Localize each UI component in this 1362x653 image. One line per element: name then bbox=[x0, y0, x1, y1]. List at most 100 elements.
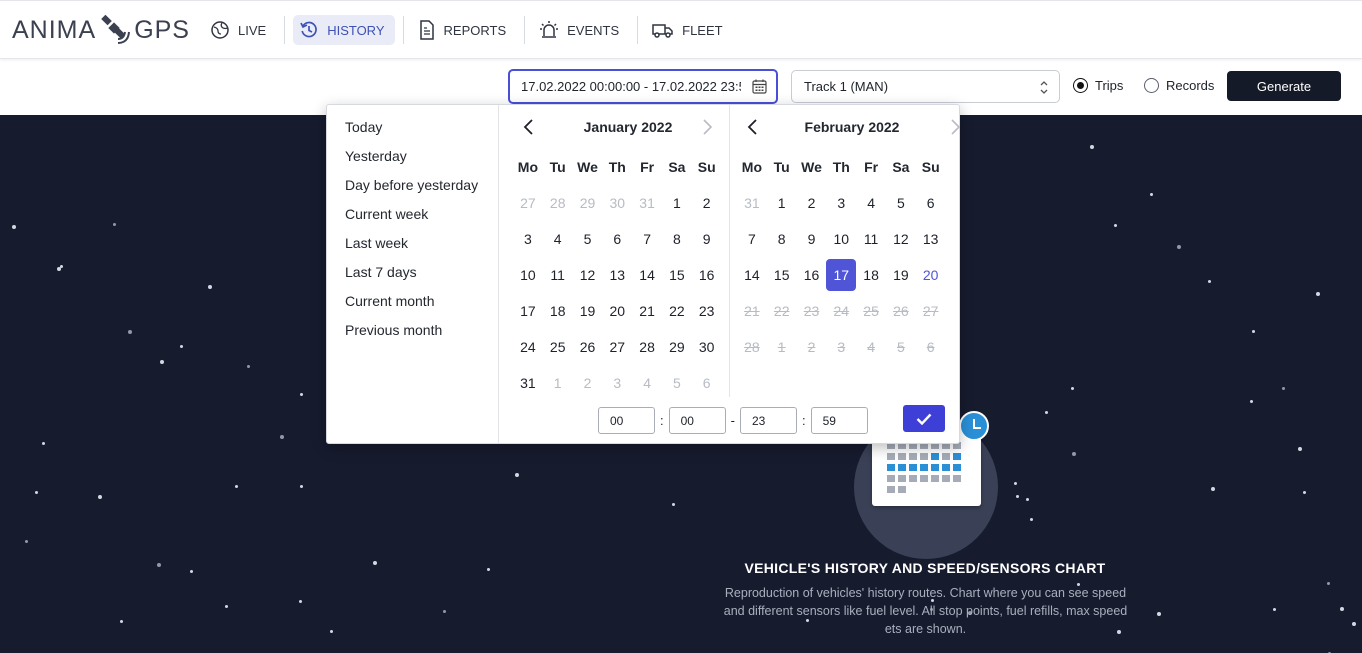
calendar-day[interactable]: 27 bbox=[602, 329, 632, 365]
calendar-day[interactable]: 16 bbox=[797, 257, 827, 293]
calendar-day[interactable]: 14 bbox=[737, 257, 767, 293]
calendar-day[interactable]: 5 bbox=[573, 221, 603, 257]
next-month-button[interactable] bbox=[945, 117, 965, 137]
range-today[interactable]: Today bbox=[327, 117, 498, 146]
range-last-week[interactable]: Last week bbox=[327, 233, 498, 262]
calendar-day[interactable]: 3 bbox=[602, 365, 632, 401]
next-month-button-left[interactable] bbox=[697, 117, 717, 137]
calendar-day[interactable]: 24 bbox=[513, 329, 543, 365]
calendar-day-selected[interactable]: 17 bbox=[826, 259, 857, 291]
calendar-day[interactable]: 4 bbox=[856, 185, 886, 221]
end-hour-input[interactable]: 23 bbox=[739, 407, 797, 434]
nav-live[interactable]: LIVE bbox=[204, 15, 276, 45]
calendar-day[interactable]: 22 bbox=[662, 293, 692, 329]
calendar-day[interactable]: 7 bbox=[737, 221, 767, 257]
star-dot bbox=[300, 393, 303, 396]
calendar-day[interactable]: 10 bbox=[513, 257, 543, 293]
calendar-day[interactable]: 8 bbox=[662, 221, 692, 257]
calendar-day[interactable]: 6 bbox=[916, 185, 946, 221]
calendar-day[interactable]: 30 bbox=[602, 185, 632, 221]
calendar-day[interactable]: 5 bbox=[886, 185, 916, 221]
calendar-day[interactable]: 12 bbox=[886, 221, 916, 257]
nav-reports[interactable]: REPORTS bbox=[412, 15, 517, 45]
calendar-day[interactable]: 20 bbox=[916, 257, 946, 293]
calendar-day[interactable]: 23 bbox=[692, 293, 722, 329]
calendar-day[interactable]: 11 bbox=[856, 221, 886, 257]
calendar-day[interactable]: 20 bbox=[602, 293, 632, 329]
calendar-day[interactable]: 10 bbox=[826, 221, 856, 257]
calendar-day[interactable]: 14 bbox=[632, 257, 662, 293]
nav-history[interactable]: HISTORY bbox=[293, 15, 395, 45]
weekday-fr: Fr bbox=[640, 159, 655, 175]
calendar-icon[interactable] bbox=[752, 79, 767, 94]
range-current-week[interactable]: Current week bbox=[327, 204, 498, 233]
calendar-day[interactable]: 12 bbox=[573, 257, 603, 293]
calendar-day[interactable]: 6 bbox=[602, 221, 632, 257]
radio-trips-indicator[interactable] bbox=[1073, 78, 1088, 93]
range-previous-month[interactable]: Previous month bbox=[327, 320, 498, 349]
range-last-7-days[interactable]: Last 7 days bbox=[327, 262, 498, 291]
nav-fleet[interactable]: FLEET bbox=[646, 15, 732, 45]
app-logo[interactable]: ANIMA GPS bbox=[12, 13, 190, 47]
calendar-day: 5 bbox=[896, 339, 905, 355]
calendar-day[interactable]: 31 bbox=[632, 185, 662, 221]
calendar-day[interactable]: 4 bbox=[632, 365, 662, 401]
calendar-day[interactable]: 31 bbox=[737, 185, 767, 221]
weekday-sa: Sa bbox=[892, 159, 910, 175]
calendar-day[interactable]: 13 bbox=[916, 221, 946, 257]
range-current-month[interactable]: Current month bbox=[327, 291, 498, 320]
calendar-day[interactable]: 26 bbox=[573, 329, 603, 365]
calendar-day[interactable]: 9 bbox=[692, 221, 722, 257]
radio-trips[interactable]: Trips bbox=[1073, 78, 1123, 93]
calendar-day[interactable]: 1 bbox=[767, 185, 797, 221]
generate-button[interactable]: Generate bbox=[1227, 71, 1341, 101]
calendar-day[interactable]: 8 bbox=[767, 221, 797, 257]
calendar-day[interactable]: 18 bbox=[856, 257, 886, 293]
calendar-day[interactable]: 2 bbox=[573, 365, 603, 401]
calendar-day[interactable]: 6 bbox=[692, 365, 722, 401]
calendar-day[interactable]: 16 bbox=[692, 257, 722, 293]
vehicle-select[interactable]: Track 1 (MAN) bbox=[791, 70, 1060, 103]
calendar-day[interactable]: 19 bbox=[886, 257, 916, 293]
calendar-day[interactable]: 3 bbox=[513, 221, 543, 257]
calendar-day[interactable]: 1 bbox=[543, 365, 573, 401]
month-header: February 2022 bbox=[737, 105, 967, 149]
calendar-day[interactable]: 28 bbox=[632, 329, 662, 365]
calendar-day[interactable]: 18 bbox=[543, 293, 573, 329]
calendar-day[interactable]: 2 bbox=[692, 185, 722, 221]
start-hour-input[interactable]: 00 bbox=[598, 407, 655, 434]
calendar-day[interactable]: 15 bbox=[662, 257, 692, 293]
calendar-day[interactable]: 4 bbox=[543, 221, 573, 257]
calendar-day[interactable]: 19 bbox=[573, 293, 603, 329]
calendar-day[interactable]: 17 bbox=[513, 293, 543, 329]
radio-records-indicator[interactable] bbox=[1144, 78, 1159, 93]
range-day-before-yesterday[interactable]: Day before yesterday bbox=[327, 175, 498, 204]
calendar-day[interactable]: 7 bbox=[632, 221, 662, 257]
date-range-input[interactable]: 17.02.2022 00:00:00 - 17.02.2022 23:59:5… bbox=[508, 69, 778, 104]
calendar-february: February 2022 Mo Tu We Th Fr Sa Su 31 1 2 3… bbox=[737, 105, 967, 365]
nav-events[interactable]: EVENTS bbox=[533, 15, 629, 45]
range-yesterday[interactable]: Yesterday bbox=[327, 146, 498, 175]
calendar-day[interactable]: 13 bbox=[602, 257, 632, 293]
calendar-day[interactable]: 27 bbox=[513, 185, 543, 221]
radio-records[interactable]: Records bbox=[1144, 78, 1214, 93]
calendar-day[interactable]: 25 bbox=[543, 329, 573, 365]
star-dot bbox=[235, 485, 238, 488]
calendar-day[interactable]: 2 bbox=[797, 185, 827, 221]
calendar-day[interactable]: 11 bbox=[543, 257, 573, 293]
calendar-day[interactable]: 29 bbox=[573, 185, 603, 221]
calendar-day[interactable]: 29 bbox=[662, 329, 692, 365]
start-minute-input[interactable]: 00 bbox=[668, 407, 726, 434]
calendar-day[interactable]: 28 bbox=[543, 185, 573, 221]
calendar-day[interactable]: 3 bbox=[826, 185, 856, 221]
calendar-day[interactable]: 1 bbox=[662, 185, 692, 221]
calendar-day[interactable]: 15 bbox=[767, 257, 797, 293]
calendar-day[interactable]: 9 bbox=[797, 221, 827, 257]
apply-button[interactable] bbox=[903, 405, 945, 432]
calendar-day[interactable]: 21 bbox=[632, 293, 662, 329]
calendar-day[interactable]: 30 bbox=[692, 329, 722, 365]
end-minute-input[interactable]: 59 bbox=[810, 407, 868, 434]
calendar-day[interactable]: 31 bbox=[513, 365, 543, 401]
illustration-cell bbox=[898, 475, 906, 482]
calendar-day[interactable]: 5 bbox=[662, 365, 692, 401]
